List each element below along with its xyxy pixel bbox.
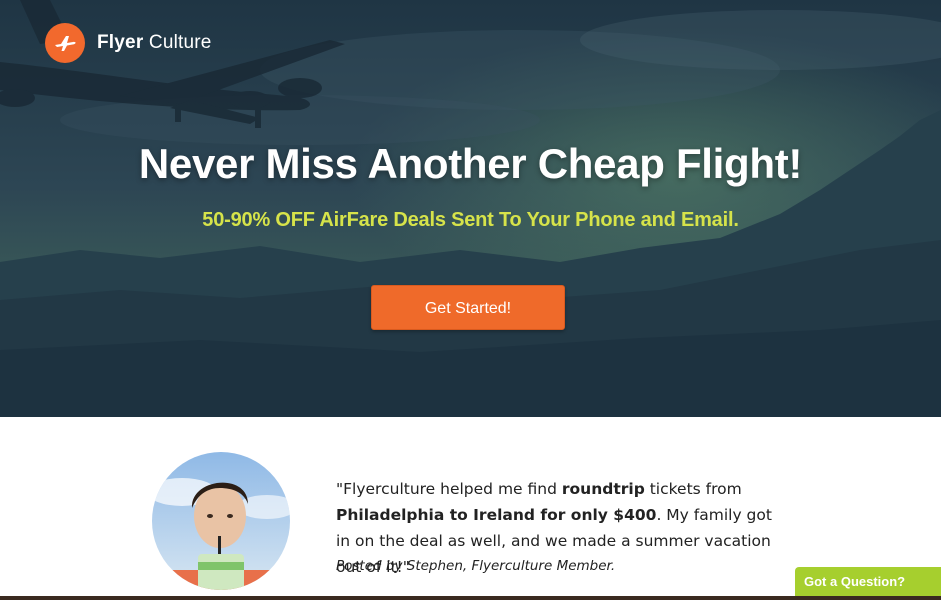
brand-name: Flyer Culture xyxy=(97,32,212,53)
testimonial-byline: Posted by Stephen, Flyerculture Member. xyxy=(336,558,616,574)
airplane-icon xyxy=(45,23,85,63)
hero-subheadline: 50-90% OFF AirFare Deals Sent To Your Ph… xyxy=(202,209,739,231)
avatar xyxy=(152,452,290,590)
next-section-edge xyxy=(0,596,941,600)
hero-section: Flyer Culture Never Miss Another Cheap F… xyxy=(0,0,941,417)
chat-question-button[interactable]: Got a Question? xyxy=(795,567,941,596)
hero-headline: Never Miss Another Cheap Flight! xyxy=(138,140,803,187)
get-started-button[interactable]: Get Started! xyxy=(371,285,565,330)
brand-logo[interactable]: Flyer Culture xyxy=(45,23,212,63)
